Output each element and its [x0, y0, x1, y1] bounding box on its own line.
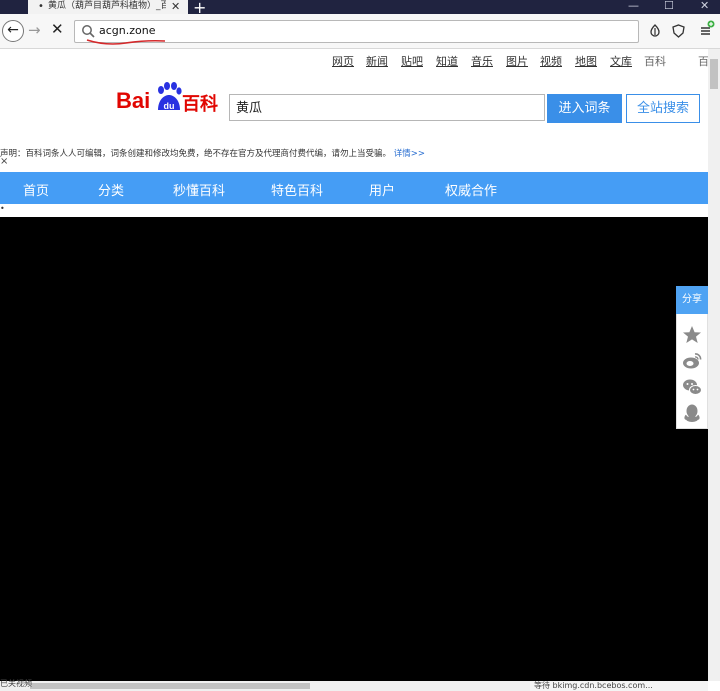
share-panel: 分享 — [676, 286, 708, 429]
star-icon[interactable] — [682, 325, 702, 345]
status-bar-loading: 等待 bkimg.cdn.bcebos.com... — [530, 681, 708, 691]
toplink-tieba[interactable]: 贴吧 — [401, 53, 423, 69]
tab-active[interactable]: • 黄瓜（葫芦目葫芦科植物）_百度百科 ✕ — [28, 0, 188, 14]
toplink-video[interactable]: 视频 — [540, 53, 562, 69]
disclaimer-notice: 声明：百科词条人人可编辑，词条创建和修改均免费，绝不存在官方及代理商付费代编，请… — [0, 147, 425, 159]
disclaimer-close-icon[interactable]: × — [0, 156, 8, 167]
site-search-button[interactable]: 全站搜索 — [626, 94, 700, 123]
close-window-button[interactable]: ✕ — [700, 0, 709, 12]
qq-icon[interactable] — [682, 403, 702, 423]
forward-button[interactable]: → — [28, 21, 41, 39]
shield-icon[interactable] — [672, 24, 685, 38]
maximize-button[interactable]: ☐ — [664, 0, 674, 12]
toplink-map[interactable]: 地图 — [575, 53, 597, 69]
vertical-scroll-thumb[interactable] — [710, 59, 718, 89]
main-nav-bar: 首页 分类 秒懂百科 特色百科 用户 权威合作 — [0, 172, 708, 204]
wechat-icon[interactable] — [682, 377, 702, 397]
menu-icon[interactable] — [699, 20, 715, 38]
nav-item-featured[interactable]: 特色百科 — [271, 180, 323, 199]
url-text[interactable]: acgn.zone — [99, 24, 155, 37]
logo-bai-text: Bai — [116, 88, 151, 113]
logo-du-text: du — [164, 101, 175, 111]
tab-close-icon[interactable]: ✕ — [171, 0, 180, 13]
enter-entry-button[interactable]: 进入词条 — [547, 94, 622, 123]
loading-dot: • — [38, 1, 44, 12]
toplink-images[interactable]: 图片 — [506, 53, 528, 69]
back-button[interactable]: ← — [2, 20, 24, 42]
disclaimer-details-link[interactable]: 详情>> — [394, 149, 425, 159]
toplink-wenku[interactable]: 文库 — [610, 53, 632, 69]
nav-item-home[interactable]: 首页 — [23, 180, 49, 199]
red-underline-annotation — [86, 39, 166, 45]
search-input[interactable]: 黄瓜 — [229, 94, 545, 121]
minimize-button[interactable]: — — [628, 0, 639, 12]
nav-item-user[interactable]: 用户 — [369, 180, 395, 199]
search-icon — [82, 25, 95, 38]
horizontal-scroll-thumb[interactable] — [30, 683, 310, 689]
video-player-area[interactable] — [0, 217, 708, 681]
vertical-scrollbar[interactable] — [708, 49, 720, 681]
nav-item-partnership[interactable]: 权威合作 — [445, 180, 497, 199]
nav-item-miaodong[interactable]: 秒懂百科 — [173, 180, 225, 199]
toplink-zhidao[interactable]: 知道 — [436, 53, 458, 69]
top-links: 网页 新闻 贴吧 知道 音乐 图片 视频 地图 文库 百科 百 — [0, 49, 709, 69]
status-left-text: 已关视频 — [0, 679, 32, 688]
toplink-baike[interactable]: 百科 — [644, 53, 666, 69]
nav-item-category[interactable]: 分类 — [98, 180, 124, 199]
logo-baike-text: 百科 — [182, 94, 218, 114]
disclaimer-text: 声明：百科词条人人可编辑，词条创建和修改均免费，绝不存在官方及代理商付费代编，请… — [0, 149, 392, 159]
toplink-music[interactable]: 音乐 — [471, 53, 493, 69]
title-bar: • 黄瓜（葫芦目葫芦科植物）_百度百科 ✕ + — ☐ ✕ — [0, 0, 720, 17]
extension-icon[interactable] — [648, 24, 662, 38]
nav-bullet: • — [0, 204, 5, 213]
stop-button[interactable]: ✕ — [51, 20, 64, 38]
toplink-web[interactable]: 网页 — [332, 53, 354, 69]
baidu-paw-icon: du — [158, 82, 182, 111]
weibo-icon[interactable] — [682, 351, 702, 371]
toplink-news[interactable]: 新闻 — [366, 53, 388, 69]
share-title: 分享 — [676, 286, 708, 314]
tab-title: 黄瓜（葫芦目葫芦科植物）_百度百科 — [48, 1, 166, 11]
